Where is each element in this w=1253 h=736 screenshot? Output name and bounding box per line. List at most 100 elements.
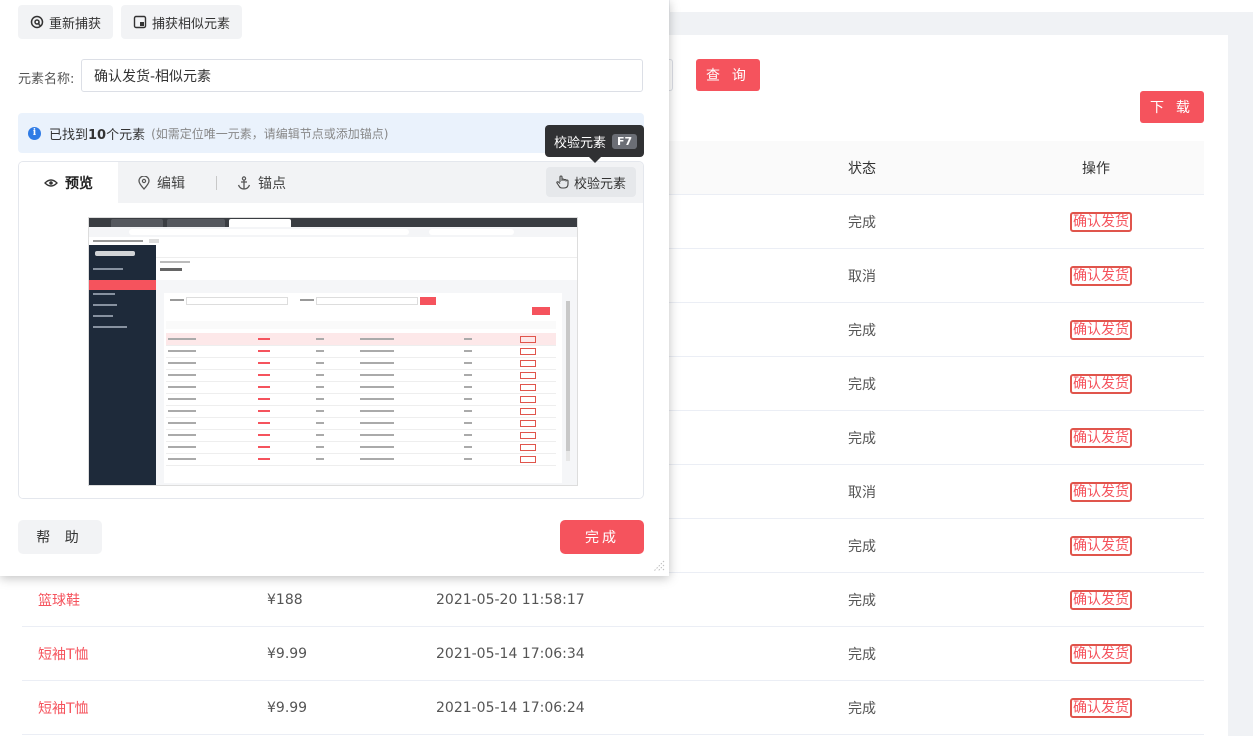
confirm-shipment-link[interactable]: 确认发货: [1070, 319, 1132, 340]
order-operation-cell: 确认发货: [1070, 357, 1132, 410]
preview-confirm-box: [520, 372, 536, 379]
order-price: ¥188: [267, 591, 303, 608]
preview-row-divider: [166, 381, 556, 382]
table-row: 短袖T恤 ¥9.99 2021-05-14 17:06:24 完成 确认发货: [22, 681, 1204, 735]
preview-row-divider: [166, 369, 556, 370]
confirm-shipment-link[interactable]: 确认发货: [1070, 427, 1132, 448]
element-name-input[interactable]: 确认发货-相似元素: [81, 59, 643, 92]
preview-cell: [316, 458, 324, 460]
preview-row-divider: [166, 393, 556, 394]
order-product-name[interactable]: 篮球鞋: [38, 573, 80, 626]
order-operation-cell: 确认发货: [1070, 411, 1132, 464]
preview-cell: [464, 350, 472, 352]
confirm-shipment-link[interactable]: 确认发货: [1070, 643, 1132, 664]
preview-cell: [168, 410, 196, 412]
location-pin-icon: [138, 175, 150, 190]
order-price: ¥9.99: [267, 699, 308, 716]
preview-cell: [258, 422, 270, 424]
preview-cell: [316, 386, 324, 388]
download-button[interactable]: 下 载: [1140, 91, 1204, 123]
preview-cell: [258, 434, 270, 436]
order-status: 完成: [848, 538, 876, 555]
preview-cell: [168, 398, 196, 400]
preview-cell: [316, 410, 324, 412]
resize-grip-icon[interactable]: [651, 558, 665, 572]
preview-cell: [464, 386, 472, 388]
preview-cell: [316, 350, 324, 352]
query-button[interactable]: 查 询: [696, 59, 760, 91]
preview-cell: [464, 374, 472, 376]
preview-row-divider: [166, 345, 556, 346]
preview-cell: [360, 338, 394, 340]
preview-cell: [464, 362, 472, 364]
order-operation-cell: 确认发货: [1070, 573, 1132, 626]
confirm-shipment-link[interactable]: 确认发货: [1070, 481, 1132, 502]
order-status: 完成: [848, 592, 876, 609]
background-top-strip: [670, 0, 1253, 12]
order-status: 完成: [848, 214, 876, 231]
confirm-shipment-link[interactable]: 确认发货: [1070, 265, 1132, 286]
preview-cell: [168, 422, 196, 424]
element-name-label: 元素名称:: [18, 72, 75, 87]
order-status: 完成: [848, 430, 876, 447]
tab-edit[interactable]: 编辑: [138, 162, 185, 203]
preview-cell: [258, 374, 270, 376]
preview-cell: [316, 422, 324, 424]
preview-row-divider: [166, 441, 556, 442]
preview-cell: [258, 338, 270, 340]
preview-cell: [360, 458, 394, 460]
preview-cell: [316, 374, 324, 376]
preview-cell: [168, 434, 196, 436]
tooltip-shortcut-key: F7: [612, 133, 638, 149]
preview-cell: [168, 386, 196, 388]
recapture-label: 重新捕获: [49, 16, 102, 32]
order-operation-cell: 确认发货: [1070, 465, 1132, 518]
preview-cell: [464, 446, 472, 448]
tooltip-label: 校验元素: [554, 135, 607, 151]
confirm-shipment-link[interactable]: 确认发货: [1070, 535, 1132, 556]
preview-cell: [168, 458, 196, 460]
preview-cell: [464, 434, 472, 436]
capture-similar-label: 捕获相似元素: [152, 16, 231, 32]
order-status: 取消: [848, 484, 876, 501]
preview-confirm-box: [520, 348, 536, 355]
order-operation-cell: 确认发货: [1070, 627, 1132, 680]
help-button[interactable]: 帮 助: [18, 520, 102, 554]
confirm-shipment-link[interactable]: 确认发货: [1070, 211, 1132, 232]
preview-confirm-box: [520, 432, 536, 439]
tab-preview[interactable]: 预览: [19, 162, 118, 203]
preview-cell: [168, 446, 196, 448]
order-status: 完成: [848, 376, 876, 393]
hand-pointer-icon: [556, 175, 569, 189]
preview-cell: [464, 458, 472, 460]
confirm-shipment-link[interactable]: 确认发货: [1070, 697, 1132, 718]
verify-element-button[interactable]: 校验元素: [546, 167, 636, 197]
confirm-shipment-link[interactable]: 确认发货: [1070, 589, 1132, 610]
preview-cell: [316, 434, 324, 436]
done-button[interactable]: 完成: [560, 520, 644, 554]
order-product-name[interactable]: 短袖T恤: [38, 627, 89, 680]
preview-cell: [360, 422, 394, 424]
found-count: 10: [88, 127, 107, 143]
order-product-name[interactable]: 短袖T恤: [38, 681, 89, 734]
preview-row-divider: [166, 465, 556, 466]
confirm-shipment-link[interactable]: 确认发货: [1070, 373, 1132, 394]
order-status: 完成: [848, 700, 876, 717]
preview-confirm-box: [520, 396, 536, 403]
order-price: ¥9.99: [267, 645, 308, 662]
tab-anchor[interactable]: 锚点: [237, 162, 286, 203]
preview-confirm-box: [520, 360, 536, 367]
recapture-button[interactable]: 重新捕获: [18, 5, 114, 39]
preview-cell: [258, 458, 270, 460]
preview-row-divider: [166, 357, 556, 358]
preview-confirm-box: [520, 456, 536, 463]
element-tabs-panel: 预览 编辑 锚点 校验元素: [18, 161, 644, 499]
preview-cell: [258, 350, 270, 352]
capture-similar-button[interactable]: 捕获相似元素: [121, 5, 243, 39]
preview-confirm-box: [520, 336, 536, 343]
preview-cell: [464, 338, 472, 340]
table-row: 短袖T恤 ¥9.99 2021-05-14 17:06:34 完成 确认发货: [22, 627, 1204, 681]
preview-cell: [360, 446, 394, 448]
preview-cell: [316, 362, 324, 364]
preview-row-divider: [166, 453, 556, 454]
